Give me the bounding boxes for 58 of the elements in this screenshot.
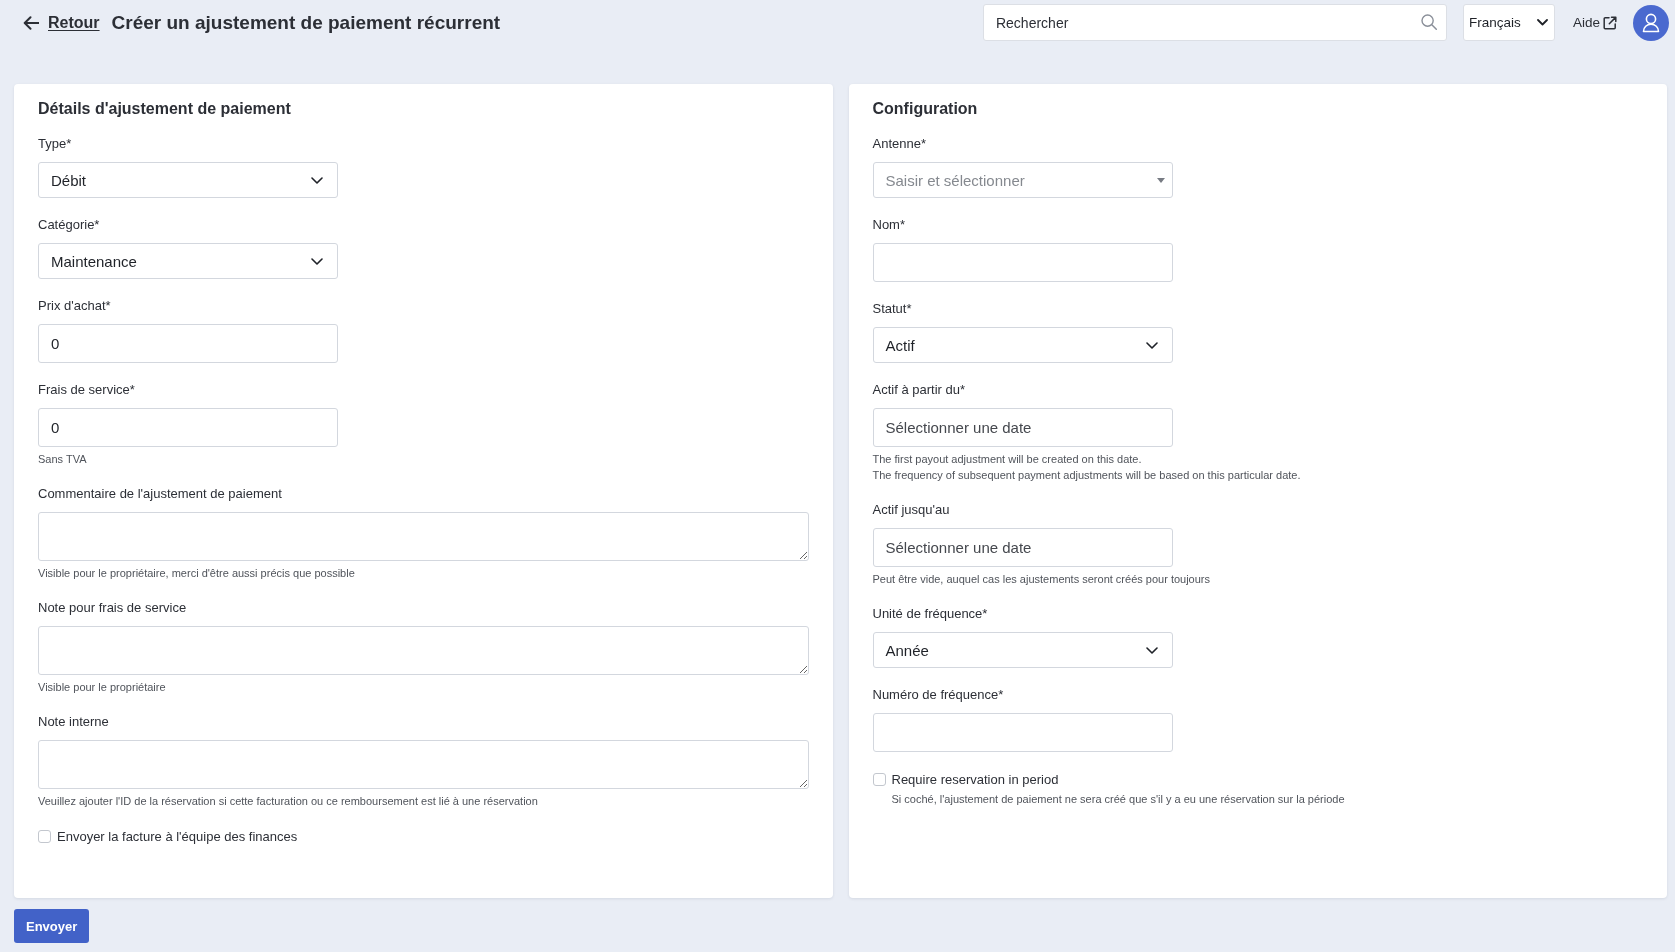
help-text: Veuillez ajouter l'ID de la réservation si cette facturation ou ce remboursement est lié à une réservation [38, 794, 539, 809]
text-input[interactable]: 0 [38, 408, 338, 447]
text-input[interactable] [872, 243, 1173, 282]
field-label: Nom* [872, 216, 906, 234]
chevron-down-icon [311, 257, 323, 265]
chevron-down-icon [1145, 341, 1158, 349]
help-text: The frequency of subsequent payment adjustments will be based on this particular date. [872, 468, 1302, 483]
dropdown[interactable]: Année [872, 632, 1173, 668]
user-avatar-icon[interactable] [1633, 4, 1669, 41]
date-field[interactable]: Sélectionner une date [872, 528, 1173, 567]
help-link[interactable]: Aide [1572, 15, 1617, 30]
field-label: Antenne* [872, 135, 927, 153]
help-text: Visible pour le propriétaire [38, 680, 167, 695]
search-field[interactable]: Rechercher [982, 4, 1447, 41]
field-label: Prix d'achat* [38, 297, 112, 315]
field-label: Numéro de fréquence* [872, 686, 1005, 704]
text-input[interactable]: 0 [38, 324, 338, 363]
checkbox-label: Require reservation in period [891, 771, 1059, 787]
field-label: Type* [38, 135, 73, 153]
help-text: Si coché, l'ajustement de paiement ne sera créé que s'il y a eu une réservation sur la période [891, 792, 1346, 807]
field-label: Commentaire de l'ajustement de paiement [38, 485, 283, 503]
section-title: Configuration [872, 99, 979, 119]
dropdown[interactable]: Maintenance [38, 243, 338, 279]
field-label: Note pour frais de service [38, 599, 188, 617]
chevron-down-icon [1536, 19, 1548, 26]
help-text: Visible pour le propriétaire, merci d'être aussi précis que possible [38, 566, 356, 581]
field-label: Catégorie* [38, 216, 101, 234]
checkbox[interactable] [872, 772, 886, 786]
combobox-field[interactable]: Saisir et sélectionner [872, 162, 1173, 198]
chevron-down-icon [311, 176, 323, 184]
search-icon [1420, 14, 1437, 30]
submit-button[interactable]: Envoyer [14, 909, 90, 943]
page-title: Créer un ajustement de paiement récurrent [111, 11, 501, 34]
language-select[interactable]: Français [1462, 4, 1555, 41]
help-text: Sans TVA [38, 452, 88, 467]
help-text: The first payout adjustment will be created on this date. [872, 452, 1143, 467]
chevron-down-icon [1145, 646, 1158, 654]
checkbox-label: Envoyer la facture à l'équipe des finances [57, 828, 298, 844]
external-link-icon [1603, 15, 1617, 30]
back-arrow-icon [23, 15, 39, 30]
back-link[interactable]: Retour [23, 13, 100, 32]
dropdown[interactable]: Débit [38, 162, 338, 198]
field-label: Statut* [872, 300, 913, 318]
dropdown[interactable]: Actif [872, 327, 1173, 363]
date-field[interactable]: Sélectionner une date [872, 408, 1173, 447]
caret-down-icon [1156, 178, 1165, 183]
textarea-field[interactable] [38, 740, 809, 789]
field-label: Unité de fréquence* [872, 605, 989, 623]
checkbox[interactable] [38, 829, 51, 843]
textarea-field[interactable] [38, 512, 809, 561]
field-label: Note interne [38, 713, 110, 731]
help-text: Peut être vide, auquel cas les ajustements seront créés pour toujours [872, 572, 1212, 587]
text-input[interactable] [872, 713, 1173, 752]
field-label: Frais de service* [38, 381, 136, 399]
textarea-field[interactable] [38, 626, 809, 675]
section-title: Détails d'ajustement de paiement [38, 99, 292, 119]
field-label: Actif à partir du* [872, 381, 966, 399]
field-label: Actif jusqu'au [872, 501, 951, 519]
